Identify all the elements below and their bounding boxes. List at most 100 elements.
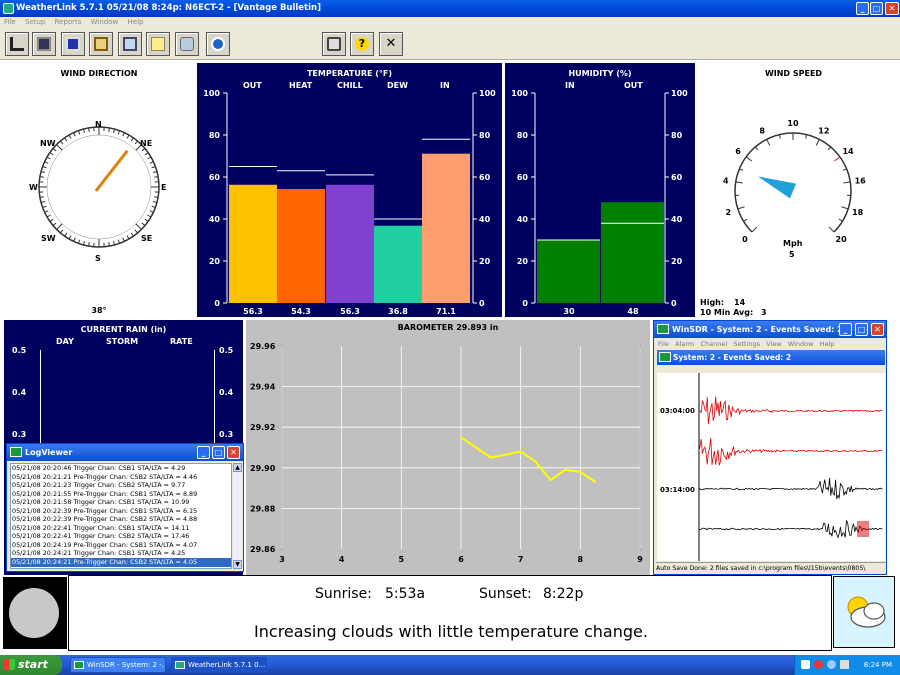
close-button[interactable]: ✕ [885,2,899,15]
log-line[interactable]: 05/21/08 20:21:55 Pre-Trigger Chan: CSB1… [11,490,231,499]
menu-setup[interactable]: Setup [25,18,45,26]
forecast-text: Increasing clouds with little temperatur… [254,622,648,641]
forecast-area: Sunrise: 5:53a Sunset: 8:22p Increasing … [0,575,900,660]
winsdr-menu-help[interactable]: Help [820,340,835,348]
wind-speed-scale-label: 14 [842,147,854,156]
humidity-scale-left: 100 [511,89,528,98]
download-button[interactable] [175,32,199,56]
winsdr-title-bar[interactable]: WinSDR - System: 2 - Events Saved: 2 _ □… [654,321,886,338]
logviewer-maximize-button[interactable]: □ [212,446,225,459]
log-line[interactable]: 05/21/08 20:21:58 Trigger Chan: CSB1 STA… [11,498,231,507]
log-scrollbar[interactable]: ▲ ▼ [233,463,242,569]
toolbar: ? ✕ [0,28,900,60]
seismogram-trace [698,478,883,500]
tray-volume-icon[interactable] [840,660,849,669]
summary-button[interactable] [89,32,113,56]
log-line-selected[interactable]: 05/21/08 20:24:21 Pre-Trigger Chan: CSB2… [11,558,231,567]
help-icon: ? [355,37,369,51]
logviewer-minimize-button[interactable]: _ [197,446,210,459]
log-line[interactable]: 05/21/08 20:21:23 Trigger Chan: CSB2 STA… [11,481,231,490]
print-button[interactable] [322,32,346,56]
winsdr-title: WinSDR - System: 2 - Events Saved: 2 [672,325,843,334]
temperature-bars: 100 100 80 80 60 60 40 40 20 20 0 0 [203,89,496,308]
barometer-point [579,471,582,473]
humidity-bar [537,240,600,303]
wind-speed-scale-label: 6 [735,147,741,156]
log-line[interactable]: 05/21/08 20:24:19 Pre-Trigger Chan: CSB1… [11,541,231,550]
wind-speed-tick [833,156,841,162]
menu-window[interactable]: Window [91,18,119,26]
logviewer-title-bar[interactable]: LogViewer _ □ ✕ [7,444,243,461]
bulletin-button[interactable] [61,32,85,56]
compass-tick [39,176,44,178]
minimize-button[interactable]: _ [856,2,869,15]
taskbar-item-weatherlink[interactable]: WeatherLink 5.7.1 0... [171,657,267,673]
system-tray: 8:24 PM [794,655,900,675]
notes-button[interactable] [146,32,170,56]
tray-alert-icon[interactable] [814,660,823,669]
temp-scale-right: 40 [479,215,491,224]
station-button[interactable] [5,32,29,56]
winsdr-close-button[interactable]: ✕ [871,323,884,336]
window-title-bar: WeatherLink 5.7.1 05/21/08 8:24p: N6ECT-… [0,0,900,17]
wind-speed-tick [843,181,851,184]
log-line[interactable]: 05/21/08 20:22:41 Trigger Chan: CSB2 STA… [11,532,231,541]
winsdr-menu-settings[interactable]: Settings [733,340,760,348]
compass-label-e: E [161,183,167,192]
forecast-icon-panel [833,576,895,648]
seismogram-trace [698,396,883,424]
rain-scale-left-1: 0.4 [12,388,27,397]
tray-help-icon[interactable] [801,660,810,669]
temp-scale-right: 20 [479,257,491,266]
log-line[interactable]: 05/21/08 20:20:46 Trigger Chan: CSB1 STA… [11,464,231,473]
log-line[interactable]: 05/21/08 20:22:39 Pre-Trigger Chan: CSB1… [11,507,231,516]
tray-network-icon[interactable] [827,660,836,669]
logviewer-window[interactable]: LogViewer _ □ ✕ 05/21/08 20:20:46 Trigge… [6,443,244,572]
winsdr-window[interactable]: WinSDR - System: 2 - Events Saved: 2 _ □… [653,320,887,575]
temp-scale-left: 0 [214,299,220,308]
barometer-panel: BAROMETER 29.893 in 3 4 5 6 7 8 9 29.96 29.94 29.… [246,320,650,575]
connect-button[interactable] [32,32,56,56]
log-line[interactable]: 05/21/08 20:21:21 Pre-Trigger Chan: CSB2… [11,473,231,482]
scroll-up-icon[interactable]: ▲ [233,463,242,472]
wind-avg-value: 3 [761,308,767,317]
computer-icon [37,37,51,51]
noaa-button[interactable] [206,32,230,56]
wind-speed-tick [827,146,832,151]
wind-speed-unit: Mph [783,239,803,248]
wind-speed-tick [766,139,771,146]
rain-scale-right-1: 0.4 [219,388,234,397]
exit-button[interactable]: ✕ [379,32,403,56]
barometer-x-tick: 8 [578,555,584,564]
winsdr-menu-file[interactable]: File [658,340,669,348]
log-line[interactable]: 05/21/08 20:24:21 Trigger Chan: CSB1 STA… [11,549,231,558]
winsdr-minimize-button[interactable]: _ [839,323,852,336]
menu-help[interactable]: Help [128,18,144,26]
barometer-point [490,456,492,459]
temp-value-chill: 56.3 [340,307,360,316]
scroll-down-icon[interactable]: ▼ [233,560,242,569]
log-line[interactable]: 05/21/08 20:22:39 Pre-Trigger Chan: CSB2… [11,515,231,524]
taskbar-item-winsdr[interactable]: WinSDR - System: 2 -... [70,657,166,673]
humidity-scale-left: 60 [517,173,529,182]
help-button[interactable]: ? [350,32,374,56]
winsdr-menu-view[interactable]: View [766,340,781,348]
taskbar: start WinSDR - System: 2 -... WeatherLin… [0,655,900,675]
logviewer-close-button[interactable]: ✕ [227,446,240,459]
menu-reports[interactable]: Reports [55,18,82,26]
winsdr-menu-channel[interactable]: Channel [700,340,727,348]
start-button[interactable]: start [0,655,62,675]
winsdr-inner-icon [659,352,671,362]
winsdr-menu-alarm[interactable]: Alarm [675,340,694,348]
maximize-button[interactable]: □ [870,2,883,15]
menu-file[interactable]: File [4,18,16,26]
log-list[interactable]: 05/21/08 20:20:46 Trigger Chan: CSB1 STA… [10,463,232,569]
temp-bar [229,184,277,303]
log-line[interactable]: 05/21/08 20:22:41 Trigger Chan: CSB1 STA… [11,524,231,533]
winsdr-maximize-button[interactable]: □ [855,323,868,336]
winsdr-inner-title-bar[interactable]: System: 2 - Events Saved: 2 [657,350,885,365]
browse-button[interactable] [118,32,142,56]
winsdr-menu-window[interactable]: Window [788,340,814,348]
seismogram-trigger-highlight [857,521,869,537]
rain-col-storm: STORM [106,337,139,346]
